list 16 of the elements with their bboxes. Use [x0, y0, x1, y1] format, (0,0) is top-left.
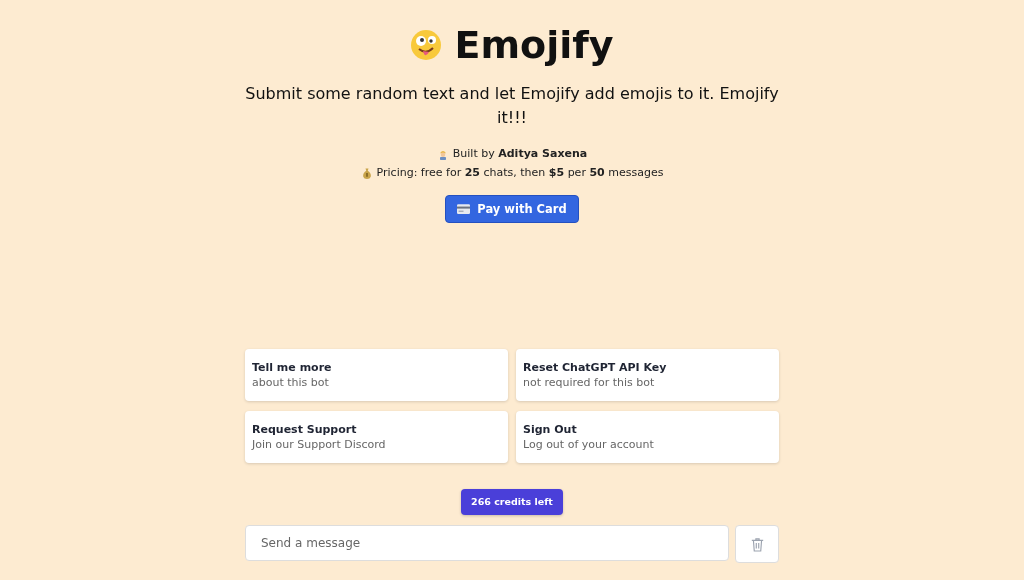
message-input[interactable]: Send a message: [245, 525, 729, 561]
app-description: Submit some random text and let Emojify add emojis to it. Emojify it!!!: [244, 83, 780, 129]
app-title: Emojify: [454, 22, 614, 68]
suggestion-card[interactable]: Reset ChatGPT API Key not required for this bot: [516, 349, 779, 401]
pay-with-card-button[interactable]: Pay with Card: [445, 195, 579, 223]
money-bag-icon: [360, 166, 373, 179]
suggestion-card[interactable]: Sign Out Log out of your account: [516, 411, 779, 463]
info-text: Built by Aditya Saxena: [452, 146, 588, 162]
suggestion-card[interactable]: Tell me more about this bot: [245, 349, 508, 401]
info-text: Pricing: free for 25 chats, then $5 per 50 messages: [376, 165, 664, 181]
credit-card-icon: [457, 204, 471, 214]
clear-button[interactable]: [735, 525, 779, 563]
trash-icon: [750, 536, 764, 552]
credits-badge: 266 credits left: [461, 489, 563, 515]
silly-face-icon: [410, 29, 443, 61]
suggestion-card[interactable]: Request Support Join our Support Discord: [245, 411, 508, 463]
